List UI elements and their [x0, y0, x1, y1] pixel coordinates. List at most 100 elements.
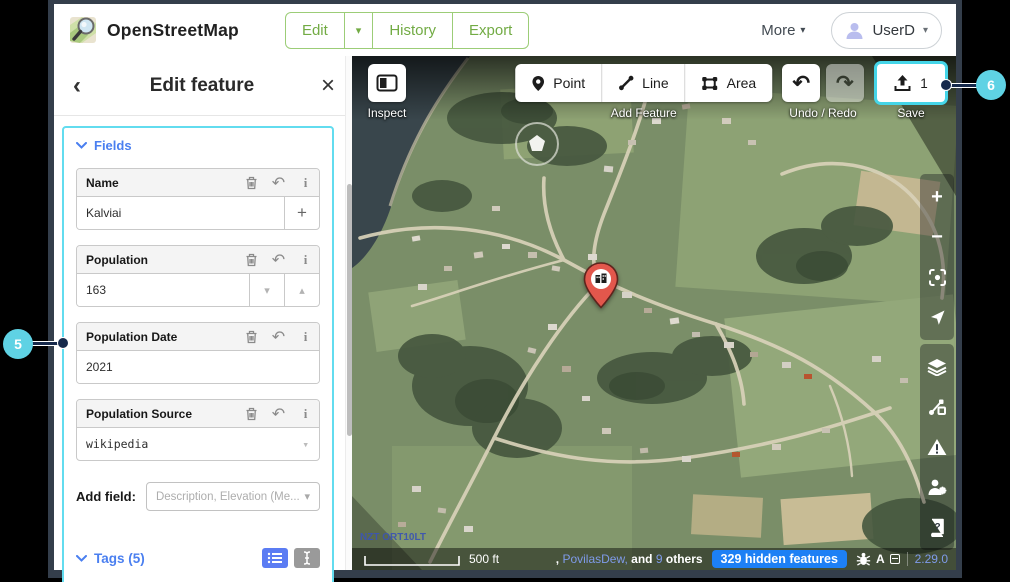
trash-icon[interactable]: [238, 400, 265, 427]
tag-list-view-button[interactable]: [262, 548, 288, 568]
svg-text:?: ?: [934, 522, 940, 533]
history-button[interactable]: History: [372, 12, 452, 48]
report-issue-button[interactable]: A: [856, 552, 900, 566]
map-status-bar: 500 ft , PovilasDew, and 9 others 329 hi…: [352, 548, 956, 570]
undo-field-icon[interactable]: ↶: [265, 400, 292, 427]
add-area-button[interactable]: Area: [684, 64, 773, 102]
undo-field-icon[interactable]: ↶: [265, 323, 292, 350]
info-icon[interactable]: i: [292, 169, 319, 196]
avatar-icon: [846, 22, 863, 39]
field-card-population-source: Population Source ↶ i wikipedia ▾: [76, 399, 320, 461]
name-input[interactable]: [77, 197, 284, 229]
edit-button-group: Edit ▾ History Export: [284, 11, 530, 49]
map-panel-controls: ?: [920, 344, 954, 550]
navigation-arrow-icon: [930, 310, 944, 325]
editor-user-link[interactable]: PovilasDew,: [562, 552, 627, 566]
increment-button[interactable]: ▴: [284, 274, 319, 306]
callout-5-dot: [58, 338, 68, 348]
zoom-to-selection-icon: [928, 268, 946, 286]
decrement-button[interactable]: ▾: [249, 274, 284, 306]
panel-title: Edit feature: [149, 74, 255, 96]
layers-icon: [927, 359, 947, 376]
version-link[interactable]: 2.29.0: [915, 552, 948, 566]
scale-ruler-icon: [364, 556, 460, 566]
population-input[interactable]: [77, 274, 249, 306]
aerial-imagery[interactable]: [352, 56, 956, 570]
undo-icon: ↶: [792, 71, 811, 95]
help-button[interactable]: ?: [920, 507, 954, 547]
add-field-combobox[interactable]: Description, Elevation (Me... ▾: [145, 482, 320, 511]
trash-icon[interactable]: [238, 323, 265, 350]
app-window: OpenStreetMap Edit ▾ History Export More…: [48, 0, 962, 582]
site-header: OpenStreetMap Edit ▾ History Export More…: [54, 4, 956, 56]
zoom-to-selection-button[interactable]: [920, 257, 954, 297]
geolocate-button[interactable]: [920, 297, 954, 337]
bug-icon: [856, 552, 871, 566]
sidebar-scrollbar[interactable]: [345, 56, 352, 570]
undo-redo-label: Undo / Redo: [789, 106, 857, 120]
export-button[interactable]: Export: [452, 12, 528, 48]
zoom-out-button[interactable]: −: [920, 217, 954, 257]
inspect-button[interactable]: [368, 64, 406, 102]
callout-5-connector: [30, 342, 61, 345]
zoom-in-button[interactable]: +: [920, 177, 954, 217]
edit-dropdown-caret-icon[interactable]: ▾: [343, 12, 373, 48]
redo-icon: ↷: [835, 71, 854, 95]
chevron-down-icon: ▾: [302, 437, 309, 451]
background-settings-button[interactable]: [920, 347, 954, 387]
info-icon[interactable]: i: [292, 246, 319, 273]
hidden-features-badge[interactable]: 329 hidden features: [711, 550, 847, 568]
undo-button[interactable]: ↶: [782, 64, 821, 102]
back-chevron-icon[interactable]: ‹: [54, 73, 100, 98]
callout-6-connector: [950, 84, 978, 87]
inspect-tool: Inspect: [361, 64, 413, 120]
screenshot-stage: OpenStreetMap Edit ▾ History Export More…: [0, 0, 1010, 582]
field-card-population-date: Population Date ↶ i: [76, 322, 320, 384]
redo-button[interactable]: ↷: [825, 64, 864, 102]
trash-icon[interactable]: [238, 246, 265, 273]
issues-button[interactable]: [920, 427, 954, 467]
undo-field-icon[interactable]: ↶: [265, 169, 292, 196]
info-icon[interactable]: i: [292, 400, 319, 427]
fields-section-highlighted: Fields Name ↶ i Kalviai + Population ↶ i…: [62, 126, 334, 582]
fields-section-toggle[interactable]: Fields: [76, 138, 320, 153]
population-date-input[interactable]: [77, 351, 319, 383]
add-translation-button[interactable]: +: [284, 197, 319, 229]
line-icon: [618, 75, 634, 91]
add-point-button[interactable]: Point: [515, 64, 601, 102]
more-menu-button[interactable]: More ▾: [761, 22, 805, 39]
text-cursor-icon: [303, 551, 311, 565]
scale-bar: 500 ft: [364, 552, 499, 566]
inspect-panel-icon: [376, 74, 398, 92]
map-zoom-controls: + −: [920, 174, 954, 340]
undo-field-icon[interactable]: ↶: [265, 246, 292, 273]
add-feature-label: Add Feature: [610, 106, 677, 120]
warning-icon: [927, 439, 947, 455]
map-data-button[interactable]: [920, 387, 954, 427]
save-count-badge: 1: [920, 75, 928, 91]
username-label: UserD: [872, 21, 915, 39]
tag-text-view-button[interactable]: [294, 548, 320, 568]
edit-feature-panel: ‹ Edit feature × Fields Name ↶ i Kalviai…: [54, 56, 352, 582]
user-gear-icon: [928, 479, 947, 495]
info-icon[interactable]: i: [292, 323, 319, 350]
callout-6-dot: [941, 80, 951, 90]
add-feature-tools: Point Line Area Add Feature: [515, 64, 773, 120]
translate-icon: A: [875, 552, 885, 566]
recent-edits-attribution: , PovilasDew, and 9 others: [555, 552, 703, 566]
add-field-label: Add field:: [76, 489, 136, 504]
preferences-button[interactable]: [920, 467, 954, 507]
edit-button[interactable]: Edit: [286, 13, 344, 48]
save-button[interactable]: 1: [877, 64, 945, 102]
add-line-button[interactable]: Line: [601, 64, 684, 102]
map-marker-pin[interactable]: [581, 261, 621, 311]
tags-section-toggle[interactable]: Tags (5): [76, 551, 145, 566]
callout-6-badge: 6: [976, 70, 1006, 100]
area-icon: [702, 76, 718, 90]
population-source-combobox[interactable]: wikipedia ▾: [77, 428, 319, 460]
trash-icon[interactable]: [238, 169, 265, 196]
others-count-link[interactable]: 9: [656, 552, 663, 566]
map-canvas[interactable]: Inspect Point Line Area Add Feature ↶ ↷ …: [352, 56, 956, 570]
statusbar-divider: [906, 552, 908, 566]
user-menu-button[interactable]: UserD ▾: [831, 11, 942, 49]
